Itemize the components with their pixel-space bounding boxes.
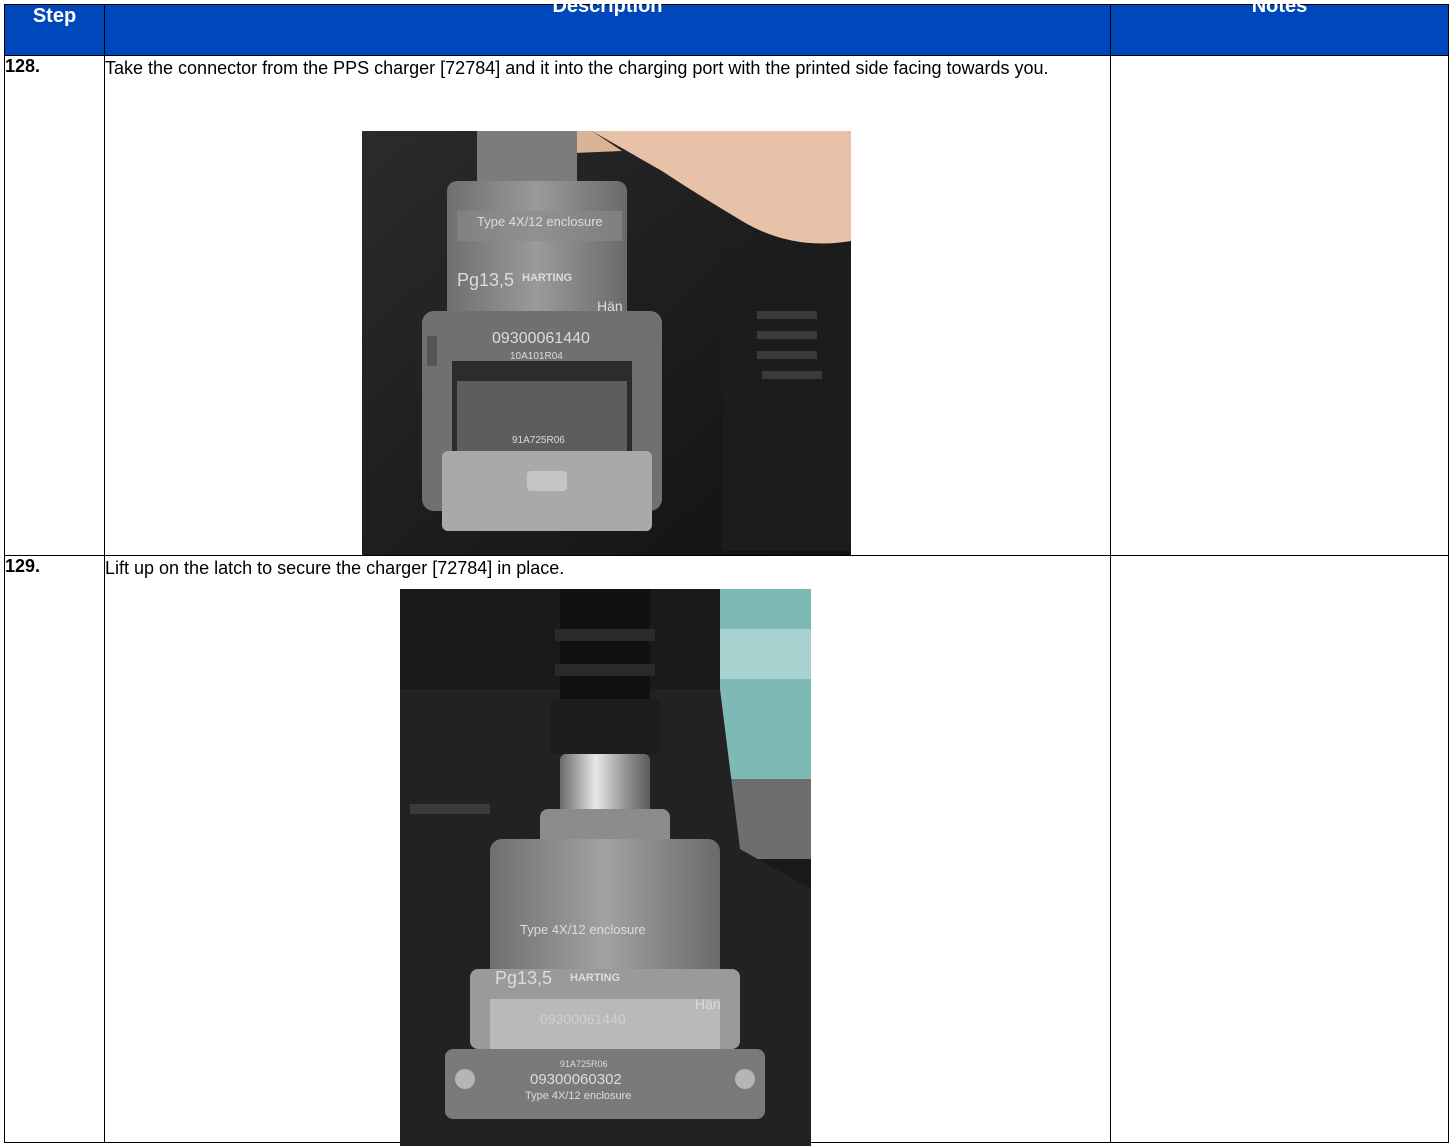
step-description-text: Take the connector from the PPS charger … — [105, 58, 1049, 78]
step-column-header: Step — [4, 4, 105, 56]
step-notes — [1110, 555, 1449, 1143]
connector-photo-step-129: Type 4X/12 enclosure Pg13,5 HARTING Hän … — [400, 589, 811, 1146]
photo-label: Hän — [597, 298, 623, 314]
photo-label: Type 4X/12 enclosure — [520, 922, 646, 937]
photo-label: 09300060302 — [530, 1071, 622, 1088]
notes-column-header: Notes — [1110, 0, 1449, 56]
photo-label: Type 4X/12 enclosure — [477, 214, 603, 229]
step-notes — [1110, 55, 1449, 556]
step-description-text: Lift up on the latch to secure the charg… — [105, 558, 565, 578]
photo-label: Type 4X/12 enclosure — [525, 1090, 631, 1102]
photo-label: 09300061440 — [540, 1011, 626, 1027]
photo-label: 09300061440 — [492, 330, 590, 347]
photo-label: HARTING — [570, 972, 620, 984]
photo-label: 91A725R06 — [560, 1059, 608, 1069]
photo-label: Hän — [695, 996, 721, 1012]
step-number: 129. — [4, 555, 105, 1143]
table-header-row: Step Description Notes — [4, 0, 1449, 56]
photo-label: 10A101R04 — [510, 351, 563, 362]
photo-label: Pg13,5 — [457, 270, 514, 290]
description-column-header: Description — [104, 0, 1111, 56]
photo-label: HARTING — [522, 272, 572, 284]
photo-label: Pg13,5 — [495, 968, 552, 988]
photo-label: 91A725R06 — [512, 435, 565, 446]
connector-photo-step-128: Type 4X/12 enclosure Pg13,5 HARTING Hän … — [362, 131, 851, 555]
step-number: 128. — [4, 55, 105, 556]
